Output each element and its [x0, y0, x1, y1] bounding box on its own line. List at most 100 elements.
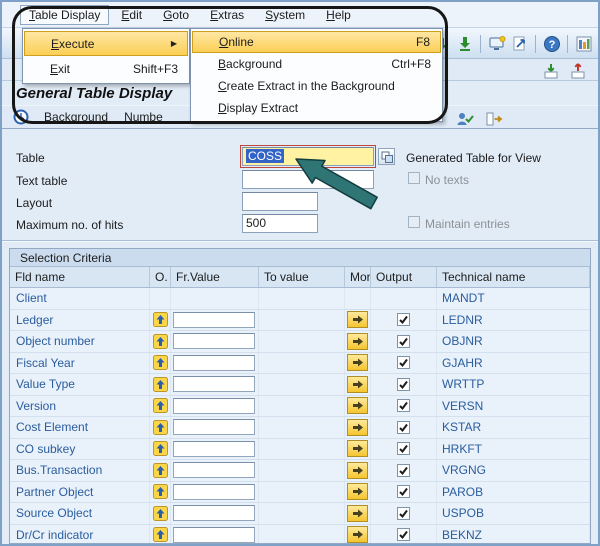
number-of-entries-button[interactable]: Numbe: [121, 108, 166, 126]
column-header-row: Fld name O. Fr.Value To value More Outpu…: [10, 267, 590, 288]
text-table-label: Text table: [16, 174, 68, 188]
menu-extras[interactable]: Extras: [201, 5, 253, 25]
more-button[interactable]: [347, 440, 368, 458]
output-checkbox[interactable]: [397, 420, 410, 434]
maintain-entries-label: Maintain entries: [425, 217, 510, 231]
more-button[interactable]: [347, 418, 368, 436]
more-button[interactable]: [347, 483, 368, 501]
from-value-cell: [171, 460, 259, 481]
more-button[interactable]: [347, 526, 368, 543]
submenu-item-background[interactable]: Background Ctrl+F8: [192, 53, 441, 75]
no-texts-label: No texts: [425, 173, 470, 187]
sap-window: Table Display Edit Goto Extras System He…: [0, 0, 600, 546]
selection-options-icon[interactable]: [152, 312, 168, 328]
table-value: COSS: [246, 149, 285, 163]
output-checkbox[interactable]: [397, 528, 410, 542]
output-checkbox[interactable]: [397, 463, 410, 477]
selection-options-icon[interactable]: [152, 398, 168, 414]
submenu-arrow-icon: ▶: [170, 39, 177, 48]
from-value-cell: [171, 374, 259, 395]
from-value-input[interactable]: [173, 505, 255, 522]
import-icon[interactable]: [540, 60, 561, 81]
selection-options-icon[interactable]: [152, 355, 168, 371]
field-name: Value Type: [10, 374, 150, 395]
table-row: Version VERSN: [10, 395, 590, 417]
menu-item-execute[interactable]: Execute ▶: [24, 31, 188, 56]
technical-name: VRGNG: [437, 460, 590, 481]
customize-icon[interactable]: [573, 33, 594, 54]
from-value-input[interactable]: [173, 354, 255, 371]
table-row: Cost Element KSTAR: [10, 417, 590, 439]
from-value-input[interactable]: [173, 333, 255, 350]
maintain-entries-checkbox[interactable]: [408, 216, 420, 228]
menu-table-display[interactable]: Table Display: [20, 4, 110, 25]
more-button[interactable]: [347, 354, 368, 372]
field-name: Fiscal Year: [10, 352, 150, 373]
more-cell: [345, 395, 371, 416]
clock-icon[interactable]: [10, 107, 31, 128]
export-icon[interactable]: [567, 60, 588, 81]
from-value-input[interactable]: [173, 376, 255, 393]
layout-arrow-icon[interactable]: [483, 108, 504, 129]
more-button[interactable]: [347, 461, 368, 479]
menu-edit[interactable]: Edit: [112, 5, 151, 25]
user-check-icon[interactable]: [454, 108, 475, 129]
new-session-icon[interactable]: [486, 33, 507, 54]
output-cell: [371, 524, 437, 543]
output-cell: [371, 331, 437, 352]
text-table-input[interactable]: [242, 170, 374, 189]
from-value-input[interactable]: [173, 462, 255, 479]
more-button[interactable]: [347, 375, 368, 393]
layout-label: Layout: [16, 196, 53, 210]
matchcode-button[interactable]: [378, 148, 395, 165]
from-value-input[interactable]: [173, 483, 255, 500]
from-value-input[interactable]: [173, 397, 255, 414]
selection-options-icon[interactable]: [152, 462, 168, 478]
page-last-icon[interactable]: [454, 33, 475, 54]
more-cell: [345, 481, 371, 502]
selection-options-icon[interactable]: [152, 484, 168, 500]
submenu-item-online[interactable]: Online F8: [192, 31, 441, 53]
more-button[interactable]: [347, 332, 368, 350]
menu-item-exit[interactable]: Exit Shift+F3: [24, 56, 188, 81]
selection-options-icon[interactable]: [152, 333, 168, 349]
max-hits-input[interactable]: 500: [242, 214, 318, 233]
output-checkbox[interactable]: [397, 399, 410, 413]
more-button[interactable]: [347, 504, 368, 522]
selection-options-icon[interactable]: [152, 376, 168, 392]
more-cell: [345, 288, 371, 309]
submenu-item-display-extract[interactable]: Display Extract: [192, 97, 441, 119]
output-checkbox[interactable]: [397, 485, 410, 499]
create-shortcut-icon[interactable]: [509, 33, 530, 54]
selection-options-cell: [150, 460, 171, 481]
output-checkbox[interactable]: [397, 356, 410, 370]
help-icon[interactable]: ?: [541, 33, 562, 54]
selection-options-cell: [150, 503, 171, 524]
output-checkbox[interactable]: [397, 506, 410, 520]
output-checkbox[interactable]: [397, 442, 410, 456]
selection-options-icon[interactable]: [152, 527, 168, 543]
output-checkbox[interactable]: [397, 377, 410, 391]
output-cell: [371, 438, 437, 459]
background-button[interactable]: Background: [41, 108, 111, 126]
menu-help[interactable]: Help: [317, 5, 360, 25]
technical-name: GJAHR: [437, 352, 590, 373]
layout-input[interactable]: [242, 192, 318, 211]
menu-goto[interactable]: Goto: [154, 5, 198, 25]
from-value-input[interactable]: [173, 311, 255, 328]
more-button[interactable]: [347, 397, 368, 415]
no-texts-checkbox[interactable]: [408, 172, 420, 184]
selection-options-icon[interactable]: [152, 441, 168, 457]
output-checkbox[interactable]: [397, 334, 410, 348]
from-value-input[interactable]: [173, 419, 255, 436]
from-value-input[interactable]: [173, 526, 255, 543]
table-input[interactable]: COSS: [240, 145, 376, 168]
output-checkbox[interactable]: [397, 313, 410, 327]
selection-options-icon[interactable]: [152, 505, 168, 521]
menu-system[interactable]: System: [256, 5, 314, 25]
more-button[interactable]: [347, 311, 368, 329]
submenu-item-create-extract[interactable]: Create Extract in the Background: [192, 75, 441, 97]
from-value-input[interactable]: [173, 440, 255, 457]
selection-options-icon[interactable]: [152, 419, 168, 435]
to-value-cell: [259, 438, 345, 459]
